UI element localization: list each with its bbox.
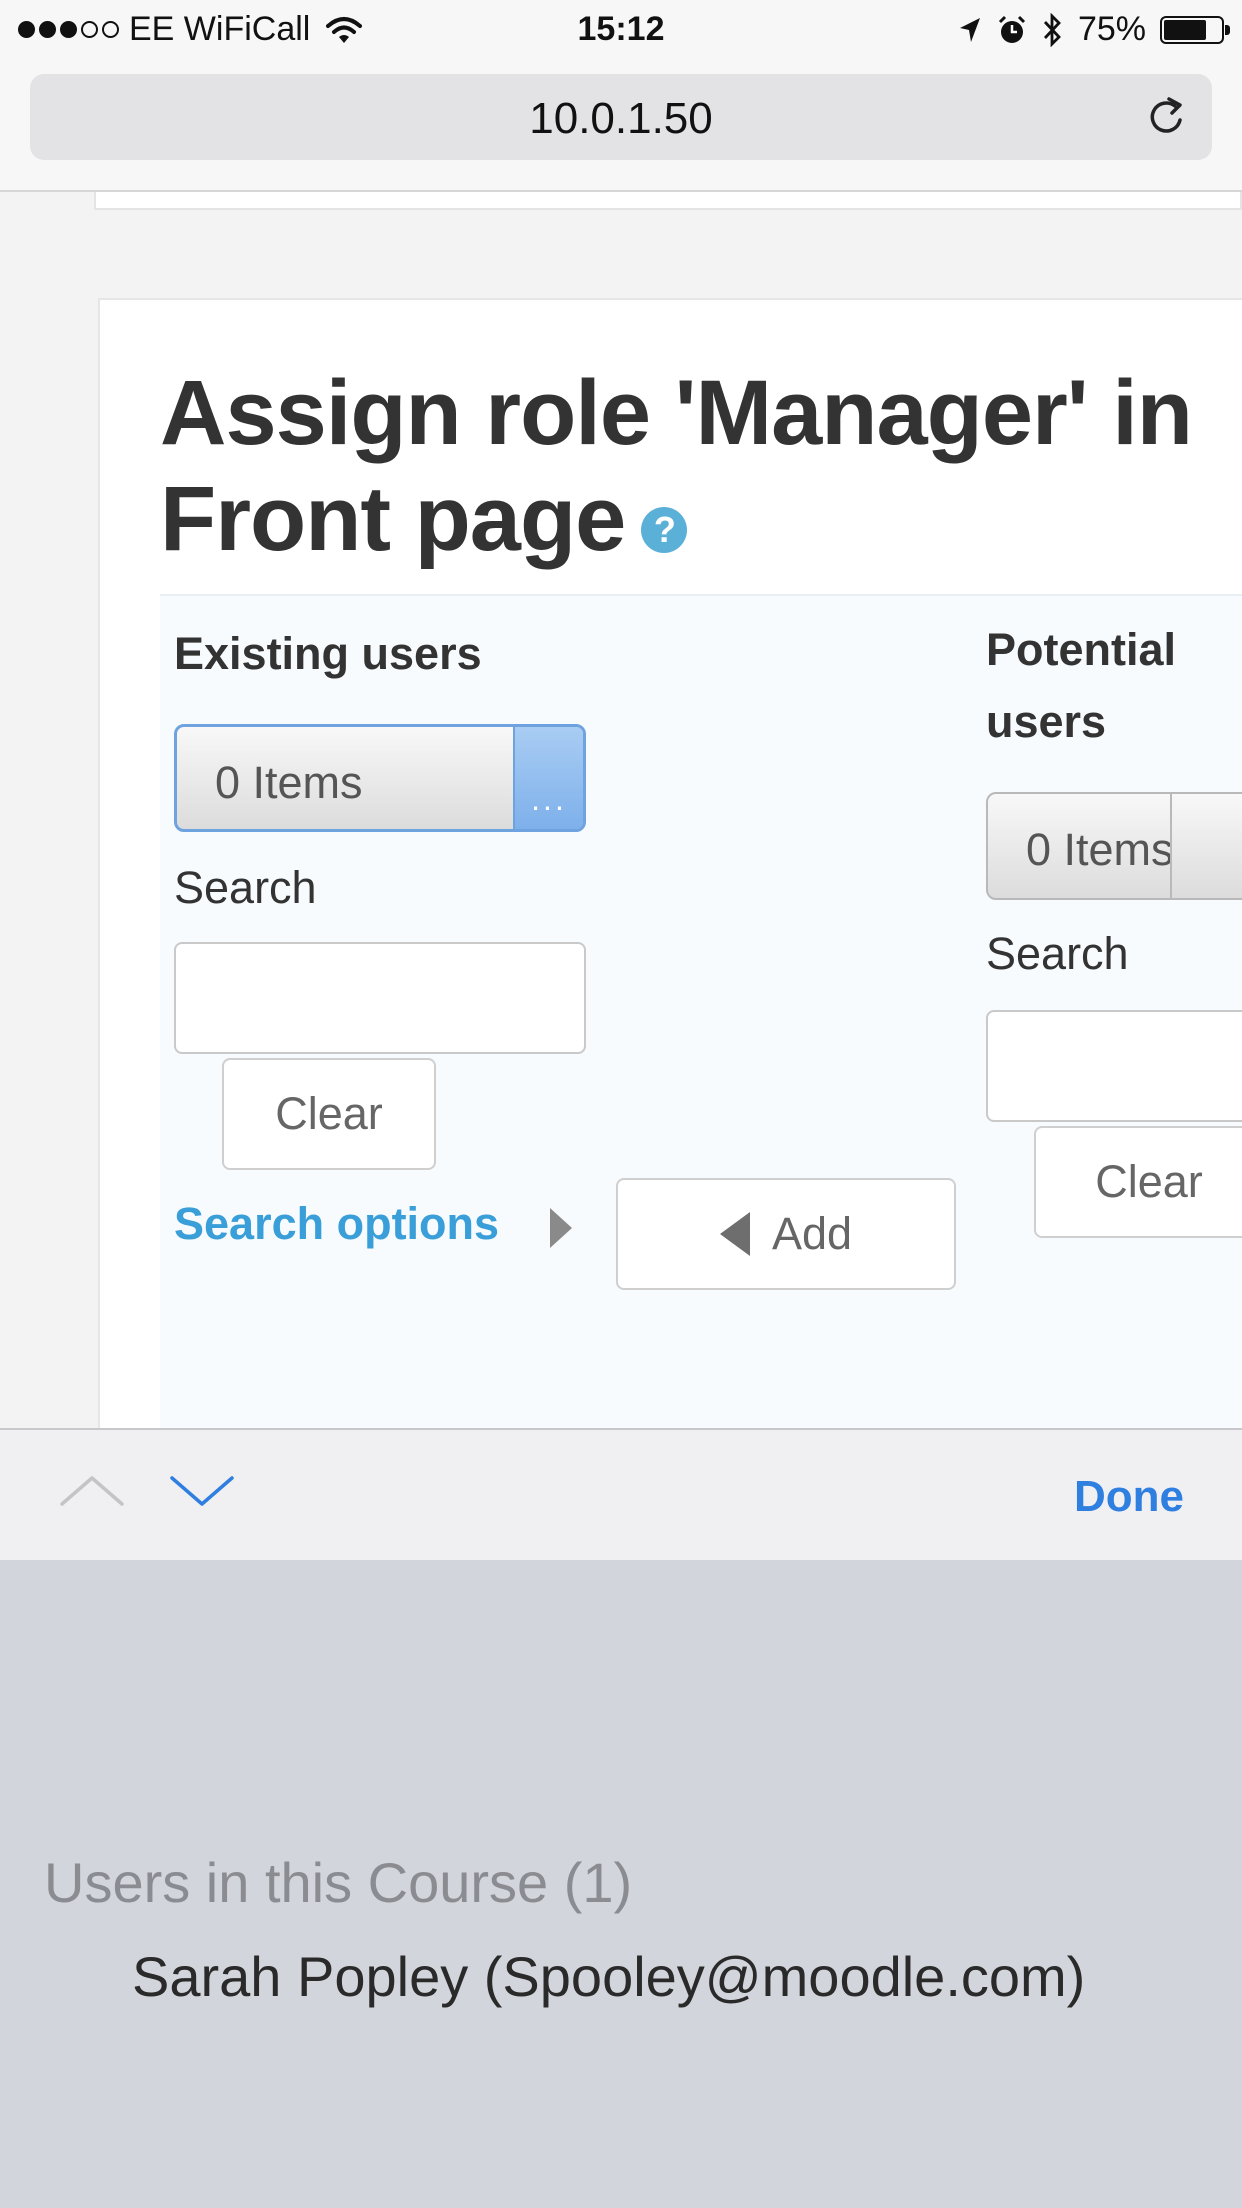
status-bar: EE WiFiCall 15:12 75% bbox=[0, 0, 1242, 62]
existing-search-input[interactable] bbox=[174, 942, 586, 1054]
done-button[interactable]: Done bbox=[1074, 1472, 1184, 1522]
battery-level bbox=[1164, 19, 1206, 40]
previous-card-edge bbox=[94, 192, 1242, 210]
alarm-icon bbox=[998, 15, 1025, 43]
select-picker[interactable]: Users in this Course (1) Sarah Popley (S… bbox=[0, 1560, 1242, 2208]
status-right: 75% bbox=[956, 10, 1230, 49]
potential-search-label: Search bbox=[986, 928, 1129, 979]
potential-clear-button[interactable]: Clear bbox=[1034, 1126, 1242, 1238]
existing-search-label: Search bbox=[174, 862, 317, 913]
expand-arrow-icon[interactable] bbox=[550, 1208, 572, 1248]
bluetooth-icon bbox=[1043, 12, 1061, 47]
potential-search-input[interactable] bbox=[986, 1010, 1242, 1122]
add-button-label: Add bbox=[771, 1208, 853, 1259]
existing-clear-button[interactable]: Clear bbox=[222, 1058, 436, 1170]
ellipsis-icon: ... bbox=[531, 781, 567, 817]
potential-users-heading-line2: users bbox=[986, 696, 1107, 747]
potential-users-heading: Potential bbox=[986, 624, 1177, 675]
battery-percentage: 75% bbox=[1077, 10, 1146, 48]
add-button[interactable]: Add bbox=[616, 1178, 956, 1290]
form-accessory-bar: Done bbox=[0, 1428, 1242, 1560]
address-bar[interactable]: 10.0.1.50 bbox=[30, 74, 1212, 160]
battery-icon bbox=[1160, 15, 1230, 44]
location-arrow-icon bbox=[959, 17, 980, 42]
potential-users-select-button[interactable] bbox=[1170, 794, 1240, 898]
reload-icon[interactable] bbox=[1144, 94, 1190, 140]
existing-users-select-button[interactable]: ... bbox=[513, 727, 583, 829]
chevron-down-icon[interactable] bbox=[166, 1466, 238, 1516]
existing-users-heading: Existing users bbox=[174, 628, 482, 679]
picker-group-label: Users in this Course (1) bbox=[44, 1851, 633, 1914]
page-title: Assign role 'Manager' in Front page? bbox=[160, 360, 1242, 572]
browser-toolbar: 10.0.1.50 bbox=[0, 62, 1242, 192]
search-options-link[interactable]: Search options bbox=[174, 1198, 499, 1250]
existing-users-select[interactable]: 0 Items ... bbox=[174, 724, 586, 832]
potential-users-select-value: 0 Items bbox=[1026, 824, 1174, 875]
url-text[interactable]: 10.0.1.50 bbox=[30, 94, 1212, 144]
picker-option[interactable]: Sarah Popley (Spooley@moodle.com) bbox=[132, 1944, 1085, 2009]
help-icon[interactable]: ? bbox=[641, 507, 688, 553]
existing-users-select-value: 0 Items bbox=[215, 757, 363, 808]
potential-users-select[interactable]: 0 Items bbox=[986, 792, 1242, 900]
arrow-left-icon bbox=[719, 1212, 750, 1256]
chevron-up-icon[interactable] bbox=[56, 1466, 128, 1516]
